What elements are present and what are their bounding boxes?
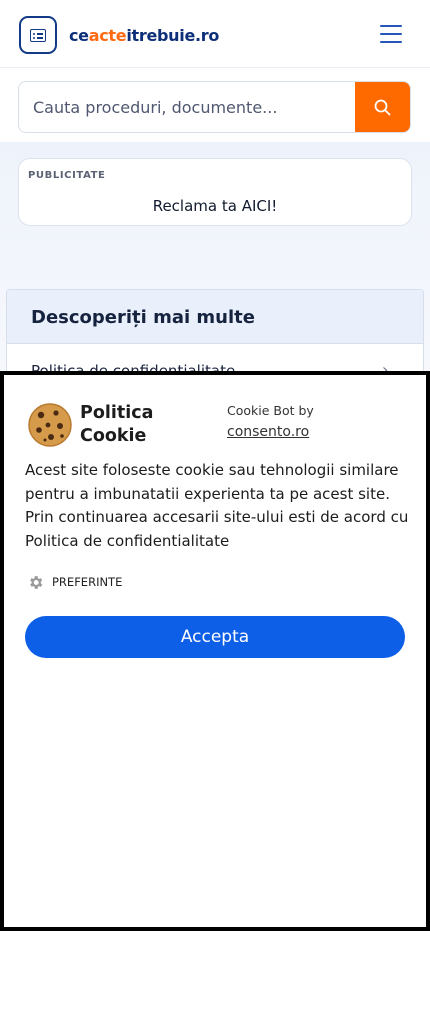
preferences-label: PREFERINTE <box>52 575 123 589</box>
ad-label: PUBLICITATE <box>28 170 106 181</box>
cookie-consent-dialog: Politica Cookie Cookie Bot by consento.r… <box>0 371 430 931</box>
brand-suffix: itrebuie.ro <box>126 26 220 45</box>
search-bar <box>18 81 411 133</box>
search-icon <box>374 99 391 116</box>
ad-card[interactable]: PUBLICITATE Reclama ta AICI! <box>18 158 412 226</box>
site-header: ceacteitrebuie.ro <box>0 0 430 68</box>
ad-text: Reclama ta AICI! <box>152 197 278 215</box>
discover-title: Descoperiți mai multe <box>31 307 255 328</box>
cookie-icon <box>28 403 72 447</box>
brand-name[interactable]: ceacteitrebuie.ro <box>69 26 219 45</box>
accept-button[interactable]: Accepta <box>25 616 405 658</box>
cookie-description: Acest site foloseste cookie sau tehnolog… <box>25 461 409 550</box>
document-list-icon[interactable] <box>19 16 57 54</box>
gear-icon <box>30 576 43 589</box>
brand-prefix: ce <box>69 26 89 45</box>
consento-link[interactable]: consento.ro <box>227 424 309 440</box>
hamburger-menu-icon[interactable] <box>380 25 402 43</box>
cookie-title: Politica Cookie <box>80 402 190 448</box>
cookie-title-line2: Cookie <box>80 426 147 446</box>
search-button[interactable] <box>355 82 410 132</box>
discover-header: Descoperiți mai multe <box>7 290 423 344</box>
search-input[interactable] <box>19 82 357 132</box>
discover-section: Descoperiți mai multe Politica de confid… <box>6 289 424 379</box>
cookie-provider-label: Cookie Bot by <box>227 403 314 418</box>
brand-accent: acte <box>88 26 127 45</box>
cookie-title-line1: Politica <box>80 403 154 423</box>
